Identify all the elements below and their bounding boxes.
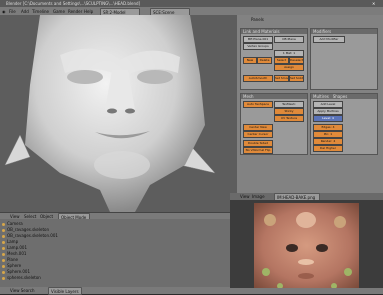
autosmooth-button[interactable]: AutoSmooth [243, 75, 273, 82]
tab-shapes[interactable]: Shapes [333, 94, 348, 99]
uv-texture-button[interactable]: UV Texture [274, 115, 304, 122]
mesh-name-field[interactable]: ME:Plane.001 [243, 36, 273, 43]
sticky-button[interactable]: Sticky [274, 108, 304, 115]
object-icon [2, 264, 5, 268]
no-vnormal-flip-button[interactable]: No V.Normal Flip [243, 147, 273, 154]
sculpted-head-model [4, 15, 216, 212]
3d-viewport[interactable] [0, 15, 237, 212]
apply-multires-button[interactable]: Apply Multires [313, 108, 343, 115]
auto-texspace-button[interactable]: Auto TexSpace [243, 101, 273, 108]
blender-logo-icon: ◉ [2, 9, 6, 14]
assign-button[interactable]: Assign [274, 64, 304, 71]
delete-button[interactable]: Delete [257, 57, 272, 64]
pin-field[interactable]: Pin: 1 [313, 131, 343, 138]
object-icon [2, 276, 5, 280]
edges-field[interactable]: Edges: 4 [313, 124, 343, 131]
add-level-button[interactable]: Add Level [313, 101, 343, 108]
menu-image[interactable]: Image [252, 194, 265, 199]
window-title: Blender [C:\Documents and Settings\...\S… [6, 1, 141, 6]
menu-game[interactable]: Game [53, 9, 65, 14]
menu-add[interactable]: Add [21, 9, 29, 14]
vertex-groups-label: Vertex Groups [243, 43, 273, 50]
object-icon [2, 252, 5, 256]
object-icon [2, 240, 5, 244]
select-button[interactable]: Select [274, 57, 289, 64]
panels-label: Panels [251, 17, 264, 22]
outliner-item[interactable]: spheres.skeleton [2, 275, 41, 281]
object-icon [2, 222, 5, 226]
baked-texture-image [254, 203, 359, 289]
object-icon [2, 228, 5, 232]
level-field[interactable]: Level: 4 [313, 115, 343, 122]
object-icon [2, 234, 5, 238]
material-index[interactable]: 1 Mat: 1 [274, 50, 304, 57]
set-smooth-button[interactable]: Set Smooth [274, 75, 289, 82]
menu-file[interactable]: File [9, 9, 16, 14]
buttons-window: Panels Link and Materials ME:Plane.001 O… [237, 15, 383, 193]
panel-title: Link and Materials [241, 29, 307, 34]
menu-render[interactable]: Render [68, 9, 82, 14]
texmesh-field[interactable]: TexMesh: [274, 101, 304, 108]
del-higher-button[interactable]: Del Higher [313, 145, 343, 152]
render-level-field[interactable]: Render: 4 [313, 138, 343, 145]
menu-timeline[interactable]: Timeline [32, 9, 49, 14]
object-icon [2, 258, 5, 262]
deselect-button[interactable]: Deselect [289, 57, 304, 64]
object-name-field[interactable]: OB:Plane [274, 36, 304, 43]
image-editor-footer [230, 288, 383, 294]
menu-help[interactable]: Help [84, 9, 93, 14]
close-icon[interactable]: ✕ [372, 1, 375, 6]
window-titlebar: Blender [C:\Documents and Settings\...\S… [0, 0, 383, 7]
center-cursor-button[interactable]: Center Cursor [243, 131, 273, 138]
center-new-button[interactable]: Center New [243, 124, 273, 131]
object-icon [2, 246, 5, 250]
object-icon [2, 270, 5, 274]
outliner-panel: Camera OB_ravages.skeleton OB_ravages.sk… [0, 219, 230, 287]
link-materials-panel: Link and Materials ME:Plane.001 OB:Plane… [240, 28, 308, 90]
menu-view[interactable]: View [240, 194, 250, 199]
panel-title: Mesh [241, 94, 307, 99]
set-solid-button[interactable]: Set Solid [289, 75, 304, 82]
panel-title: Multires Shapes [311, 94, 377, 99]
image-editor-header: View Image IM:HEAD-BAKE.png [230, 193, 383, 201]
multires-panel: Multires Shapes Add Level Apply Multires… [310, 93, 378, 155]
add-modifier-button[interactable]: Add Modifier [313, 36, 345, 43]
outliner-menu[interactable]: View Search [10, 288, 35, 293]
outliner-footer: View Search Visible Layers [0, 287, 230, 295]
image-editor-view[interactable] [230, 200, 383, 289]
new-button[interactable]: New [243, 57, 257, 64]
double-sided-button[interactable]: Double Sided [243, 140, 273, 147]
panel-title: Modifiers [311, 29, 377, 34]
modifiers-panel: Modifiers Add Modifier [310, 28, 378, 90]
mesh-panel: Mesh Auto TexSpace TexMesh: Sticky UV Te… [240, 93, 308, 155]
